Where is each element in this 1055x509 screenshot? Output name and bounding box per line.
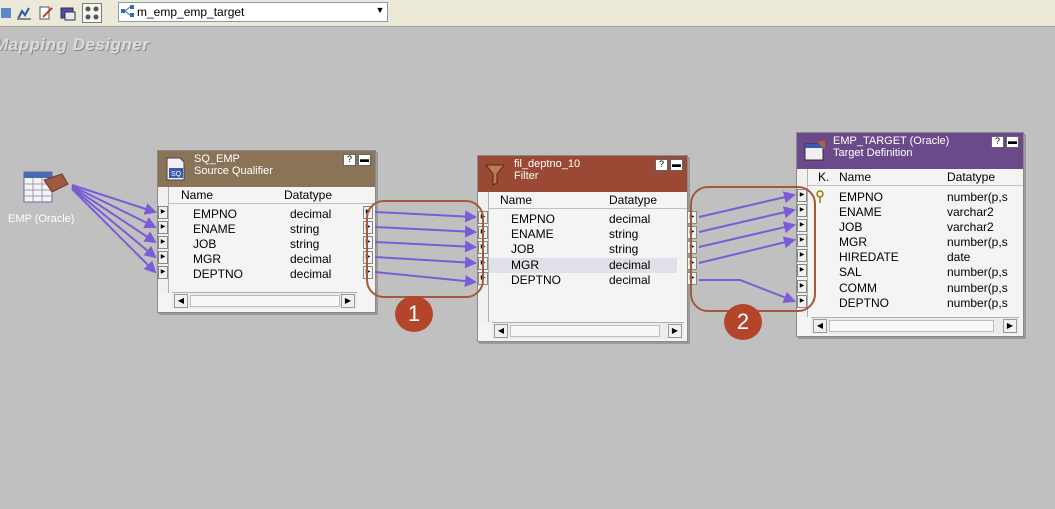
callout-link-group-2 (690, 186, 816, 312)
link-source-ename (71, 185, 157, 228)
callout-link-group-1 (366, 200, 484, 298)
port-links (71, 184, 796, 303)
link-source-job (71, 186, 157, 244)
link-source-deptno (71, 188, 157, 274)
annotation-badge-1: 1 (395, 296, 433, 332)
annotation-badge-2: 2 (724, 304, 762, 340)
